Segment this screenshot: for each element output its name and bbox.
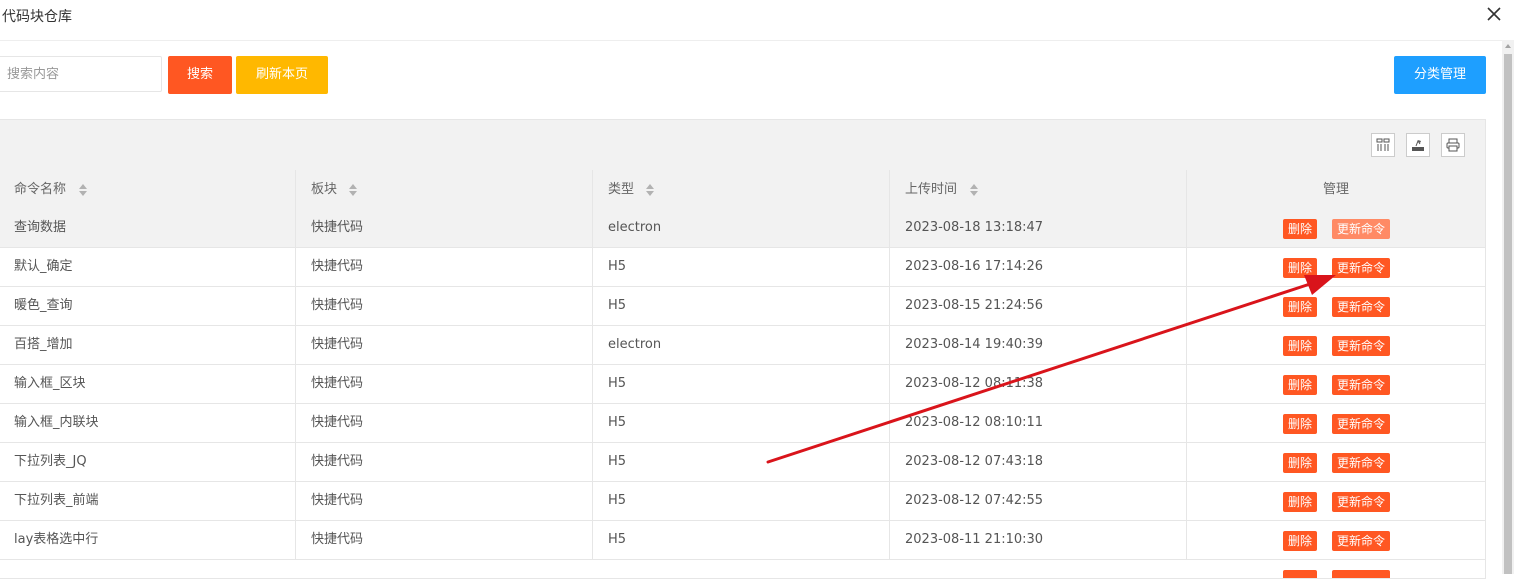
table-row[interactable]: 查询数据 快捷代码 electron 2023-08-18 13:18:47 删… xyxy=(0,209,1485,248)
table-row[interactable]: 默认_确定 快捷代码 H5 2023-08-16 17:14:26 删除 更新命令 xyxy=(0,248,1485,287)
category-manage-button[interactable]: 分类管理 xyxy=(1394,56,1486,94)
cell-name: 下拉列表_JQ xyxy=(14,454,87,469)
dialog-title-bar: 代码块仓库 xyxy=(0,0,1514,41)
cell-time: 2023-08-18 13:18:47 xyxy=(905,220,1044,235)
cell-block: 快捷代码 xyxy=(311,493,364,508)
table-row[interactable]: 百搭_增加 快捷代码 electron 2023-08-14 19:40:39 … xyxy=(0,326,1485,365)
cell-block: 快捷代码 xyxy=(311,454,364,469)
cell-time: 2023-08-12 07:42:55 xyxy=(905,493,1044,508)
search-button[interactable]: 搜索 xyxy=(168,56,232,94)
sort-icon[interactable] xyxy=(79,184,87,196)
cell-type: H5 xyxy=(608,259,627,274)
update-command-button[interactable]: 更新命令 xyxy=(1332,492,1390,512)
cell-type: H5 xyxy=(608,493,627,508)
cell-name: lay表格选中行 xyxy=(14,532,99,547)
delete-button[interactable] xyxy=(1283,570,1317,578)
search-input[interactable] xyxy=(0,56,162,92)
update-command-button[interactable]: 更新命令 xyxy=(1332,531,1390,551)
cell-time: 2023-08-11 21:10:30 xyxy=(905,532,1044,547)
columns-icon[interactable] xyxy=(1371,133,1395,157)
cell-time: 2023-08-12 08:11:38 xyxy=(905,376,1044,391)
header-cell-manage: 管理 xyxy=(1322,182,1349,197)
refresh-page-button[interactable]: 刷新本页 xyxy=(236,56,328,94)
cell-block: 快捷代码 xyxy=(311,376,364,391)
cell-time: 2023-08-15 21:24:56 xyxy=(905,298,1044,313)
update-command-button[interactable]: 更新命令 xyxy=(1332,297,1390,317)
header-cell-type[interactable]: 类型 xyxy=(593,170,890,209)
cell-block: 快捷代码 xyxy=(311,259,364,274)
cell-name: 百搭_增加 xyxy=(14,337,73,352)
delete-button[interactable]: 删除 xyxy=(1283,336,1317,356)
update-command-button[interactable]: 更新命令 xyxy=(1332,453,1390,473)
cell-type: H5 xyxy=(608,298,627,313)
cell-name: 下拉列表_前端 xyxy=(14,493,99,508)
table-toolbar xyxy=(0,120,1485,171)
vertical-scrollbar[interactable] xyxy=(1502,40,1514,574)
cell-type: electron xyxy=(608,220,662,235)
cell-name: 输入框_区块 xyxy=(14,376,86,391)
scroll-up-icon[interactable] xyxy=(1505,44,1511,48)
update-command-button[interactable]: 更新命令 xyxy=(1332,258,1390,278)
sort-icon[interactable] xyxy=(646,184,654,196)
delete-button[interactable]: 删除 xyxy=(1283,414,1317,434)
close-icon[interactable] xyxy=(1484,4,1504,24)
update-command-button[interactable]: 更新命令 xyxy=(1332,414,1390,434)
export-icon[interactable] xyxy=(1406,133,1430,157)
table-header: 命令名称 板块 类型 上传时间 管理 xyxy=(0,170,1485,210)
delete-button[interactable]: 删除 xyxy=(1283,453,1317,473)
cell-time: 2023-08-16 17:14:26 xyxy=(905,259,1044,274)
cell-time: 2023-08-14 19:40:39 xyxy=(905,337,1044,352)
data-table: 命令名称 板块 类型 上传时间 管理 查询数据 快捷代码 electron 20… xyxy=(0,119,1486,579)
delete-button[interactable]: 删除 xyxy=(1283,219,1317,239)
cell-name: 查询数据 xyxy=(14,220,67,235)
update-command-button[interactable]: 更新命令 xyxy=(1332,375,1390,395)
dialog-title: 代码块仓库 xyxy=(2,9,72,25)
delete-button[interactable]: 删除 xyxy=(1283,492,1317,512)
table-row[interactable]: 暖色_查询 快捷代码 H5 2023-08-15 21:24:56 删除 更新命令 xyxy=(0,287,1485,326)
cell-type: H5 xyxy=(608,454,627,469)
cell-block: 快捷代码 xyxy=(311,220,364,235)
cell-name: 输入框_内联块 xyxy=(14,415,99,430)
cell-block: 快捷代码 xyxy=(311,337,364,352)
update-command-button[interactable]: 更新命令 xyxy=(1332,336,1390,356)
table-row[interactable]: 输入框_内联块 快捷代码 H5 2023-08-12 08:10:11 删除 更新… xyxy=(0,404,1485,443)
cell-type: electron xyxy=(608,337,662,352)
delete-button[interactable]: 删除 xyxy=(1283,297,1317,317)
table-row[interactable]: 输入框_区块 快捷代码 H5 2023-08-12 08:11:38 删除 更新命… xyxy=(0,365,1485,404)
cell-type: H5 xyxy=(608,415,627,430)
header-cell-block[interactable]: 板块 xyxy=(296,170,593,209)
print-icon[interactable] xyxy=(1441,133,1465,157)
delete-button[interactable]: 删除 xyxy=(1283,258,1317,278)
cell-time: 2023-08-12 08:10:11 xyxy=(905,415,1044,430)
table-row[interactable]: lay表格选中行 快捷代码 H5 2023-08-11 21:10:30 删除更… xyxy=(0,521,1485,560)
update-command-button[interactable]: 更新命令 xyxy=(1332,219,1390,239)
cell-time: 2023-08-12 07:43:18 xyxy=(905,454,1044,469)
delete-button[interactable]: 删除 xyxy=(1283,375,1317,395)
update-command-button[interactable] xyxy=(1332,570,1390,578)
cell-type: H5 xyxy=(608,376,627,391)
sort-icon[interactable] xyxy=(349,184,357,196)
table-row[interactable]: 下拉列表_JQ 快捷代码 H5 2023-08-12 07:43:18 删除 更新… xyxy=(0,443,1485,482)
cell-name: 暖色_查询 xyxy=(14,298,73,313)
cell-block: 快捷代码 xyxy=(311,415,364,430)
cell-block: 快捷代码 xyxy=(311,532,364,547)
sort-icon[interactable] xyxy=(970,184,978,196)
scroll-thumb[interactable] xyxy=(1504,54,1512,574)
delete-button[interactable]: 删除 xyxy=(1283,531,1317,551)
header-cell-name[interactable]: 命令名称 xyxy=(0,170,296,209)
cell-type: H5 xyxy=(608,532,627,547)
cell-block: 快捷代码 xyxy=(311,298,364,313)
cell-name: 默认_确定 xyxy=(14,259,73,274)
header-cell-time[interactable]: 上传时间 xyxy=(890,170,1187,209)
table-row[interactable]: 下拉列表_前端 快捷代码 H5 2023-08-12 07:42:55 删除 更新… xyxy=(0,482,1485,521)
table-row-partial[interactable] xyxy=(0,560,1485,578)
